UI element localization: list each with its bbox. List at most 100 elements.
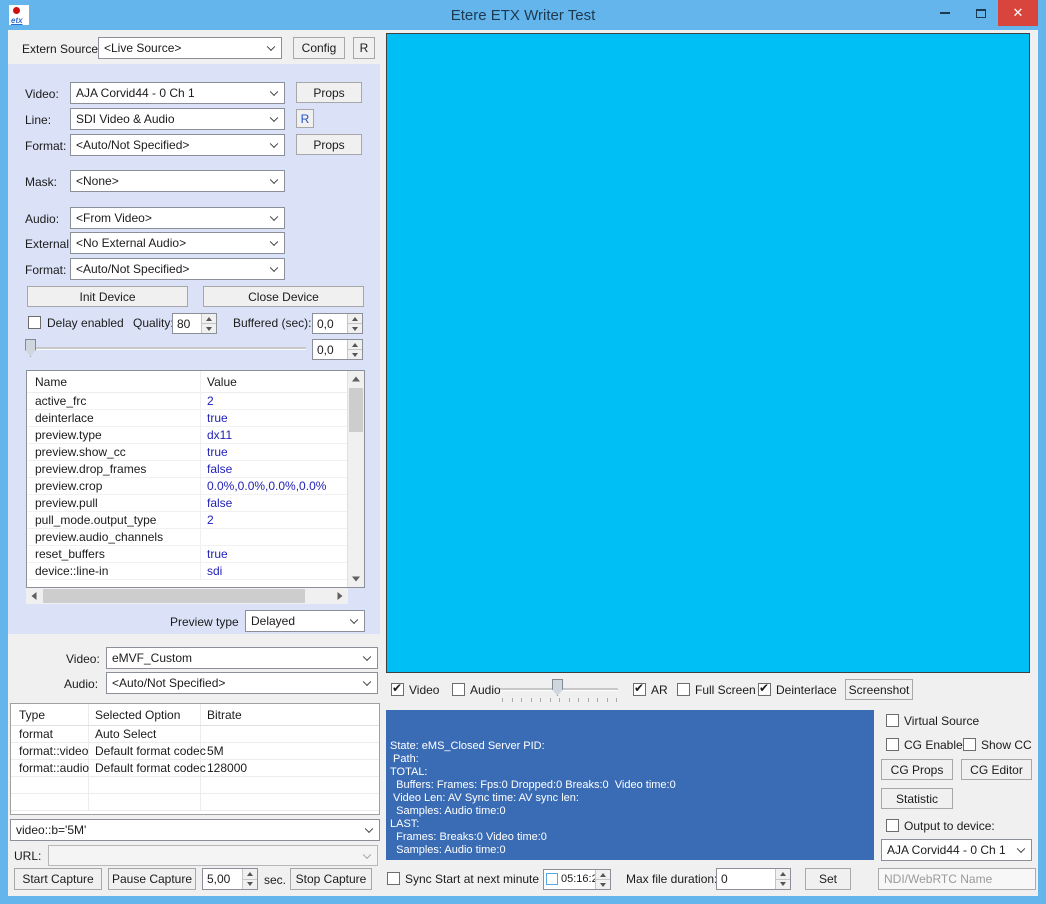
start-time-field[interactable]: 05:16:2 (543, 869, 611, 890)
table-row[interactable]: preview.typedx11 (27, 427, 347, 444)
output-audio-combo[interactable]: <Auto/Not Specified> (106, 672, 378, 694)
spinner-arrows[interactable] (775, 869, 790, 889)
scroll-down-icon[interactable] (348, 571, 364, 587)
maximize-button[interactable] (966, 0, 996, 26)
spinner-arrows[interactable] (242, 869, 257, 889)
spinner-arrows[interactable] (201, 314, 216, 333)
output-video-combo[interactable]: eMVF_Custom (106, 647, 378, 669)
table-row[interactable]: active_frc2 (27, 393, 347, 410)
spinner-arrows[interactable] (347, 314, 362, 333)
spin-down-icon[interactable] (596, 879, 610, 889)
table-row[interactable]: format::audioDefault format codec128000 (11, 760, 379, 777)
buffered-spinner[interactable]: 0,0 (312, 313, 363, 334)
codec-options-combo[interactable]: video::b='5M' (10, 819, 380, 841)
start-time-value[interactable]: 05:16:2 (561, 873, 598, 885)
table-row[interactable]: format::videoDefault format codec5M (11, 743, 379, 760)
scrollbar-thumb[interactable] (349, 388, 363, 432)
delay-seconds-spinner[interactable]: 0,0 (312, 339, 363, 360)
spin-up-icon[interactable] (243, 869, 257, 879)
quality-spinner[interactable]: 80 (172, 313, 217, 334)
spinner-arrows[interactable] (595, 870, 610, 889)
scrollbar-thumb[interactable] (43, 589, 305, 603)
init-device-button[interactable]: Init Device (27, 286, 188, 307)
close-device-button[interactable]: Close Device (203, 286, 364, 307)
extern-source-combo[interactable]: <Live Source> (98, 37, 282, 59)
table-row[interactable]: pull_mode.output_type2 (27, 512, 347, 529)
ar-checkbox[interactable] (633, 683, 646, 696)
spin-up-icon[interactable] (776, 869, 790, 879)
line-r-button[interactable]: R (296, 109, 314, 128)
sync-start-checkbox[interactable] (387, 872, 400, 885)
spinner-arrows[interactable] (347, 340, 362, 359)
config-button[interactable]: Config (293, 37, 345, 59)
spin-up-icon[interactable] (348, 340, 362, 349)
col-header-type[interactable]: Type (11, 704, 89, 725)
interval-spinner[interactable]: 5,00 (202, 868, 258, 890)
spin-up-icon[interactable] (596, 870, 610, 879)
format-combo[interactable]: <Auto/Not Specified> (70, 134, 285, 156)
horizontal-scrollbar[interactable] (26, 588, 348, 604)
cg-enabled-checkbox[interactable] (886, 738, 899, 751)
spin-down-icon[interactable] (348, 323, 362, 333)
max-file-duration-spinner[interactable]: 0 (716, 868, 791, 890)
stop-capture-button[interactable]: Stop Capture (290, 868, 372, 890)
ndi-name-input[interactable] (878, 868, 1036, 890)
fullscreen-checkbox[interactable] (677, 683, 690, 696)
cg-editor-button[interactable]: CG Editor (961, 759, 1032, 780)
col-header-value[interactable]: Value (201, 371, 347, 392)
table-row[interactable]: preview.crop0.0%,0.0%,0.0%,0.0% (27, 478, 347, 495)
minimize-button[interactable] (930, 0, 960, 26)
scroll-up-icon[interactable] (348, 371, 364, 387)
col-header-bitrate[interactable]: Bitrate (201, 704, 379, 725)
scroll-right-icon[interactable] (332, 588, 348, 604)
preview-video-checkbox[interactable] (391, 683, 404, 696)
scroll-left-icon[interactable] (26, 588, 42, 604)
spin-down-icon[interactable] (202, 323, 216, 333)
url-combo[interactable] (48, 845, 378, 866)
show-cc-checkbox[interactable] (963, 738, 976, 751)
spin-down-icon[interactable] (243, 879, 257, 890)
audio-format-combo[interactable]: <Auto/Not Specified> (70, 258, 285, 280)
table-row[interactable]: preview.drop_framesfalse (27, 461, 347, 478)
pause-capture-button[interactable]: Pause Capture (108, 868, 196, 890)
spin-up-icon[interactable] (348, 314, 362, 323)
spin-up-icon[interactable] (202, 314, 216, 323)
video-preview-area[interactable] (386, 33, 1030, 673)
statistic-button[interactable]: Statistic (881, 788, 953, 809)
mask-combo[interactable]: <None> (70, 170, 285, 192)
deinterlace-checkbox[interactable] (758, 683, 771, 696)
extern-r-button[interactable]: R (353, 37, 375, 59)
properties-table[interactable]: Name Value active_frc2deinterlacetruepre… (26, 370, 365, 588)
preview-audio-checkbox[interactable] (452, 683, 465, 696)
codec-table[interactable]: Type Selected Option Bitrate formatAuto … (10, 703, 380, 815)
table-row[interactable]: formatAuto Select (11, 726, 379, 743)
time-enable-checkbox[interactable] (546, 873, 558, 885)
delay-enabled-checkbox[interactable] (28, 316, 41, 329)
set-button[interactable]: Set (805, 868, 851, 890)
table-row[interactable]: deinterlacetrue (27, 410, 347, 427)
close-button[interactable]: ✕ (998, 0, 1038, 26)
cg-props-button[interactable]: CG Props (881, 759, 953, 780)
external-audio-combo[interactable]: <No External Audio> (70, 232, 285, 254)
output-device-combo[interactable]: AJA Corvid44 - 0 Ch 1 (881, 839, 1032, 861)
spin-down-icon[interactable] (776, 879, 790, 890)
preview-type-combo[interactable]: Delayed (245, 610, 365, 632)
table-row[interactable]: preview.pullfalse (27, 495, 347, 512)
video-device-combo[interactable]: AJA Corvid44 - 0 Ch 1 (70, 82, 285, 104)
video-props-button[interactable]: Props (296, 82, 362, 103)
spin-down-icon[interactable] (348, 349, 362, 359)
format-props-button[interactable]: Props (296, 134, 362, 155)
table-row[interactable]: reset_bufferstrue (27, 546, 347, 563)
table-row[interactable]: preview.audio_channels (27, 529, 347, 546)
table-row[interactable]: device::line-insdi (27, 563, 347, 580)
line-combo[interactable]: SDI Video & Audio (70, 108, 285, 130)
output-to-device-checkbox[interactable] (886, 819, 899, 832)
delay-slider-track[interactable] (28, 347, 306, 350)
titlebar[interactable]: etx Etere ETX Writer Test ✕ (0, 0, 1046, 30)
col-header-option[interactable]: Selected Option (89, 704, 201, 725)
col-header-name[interactable]: Name (27, 371, 201, 392)
virtual-source-checkbox[interactable] (886, 714, 899, 727)
screenshot-button[interactable]: Screenshot (845, 679, 913, 700)
audio-combo[interactable]: <From Video> (70, 207, 285, 229)
vertical-scrollbar[interactable] (347, 371, 364, 587)
